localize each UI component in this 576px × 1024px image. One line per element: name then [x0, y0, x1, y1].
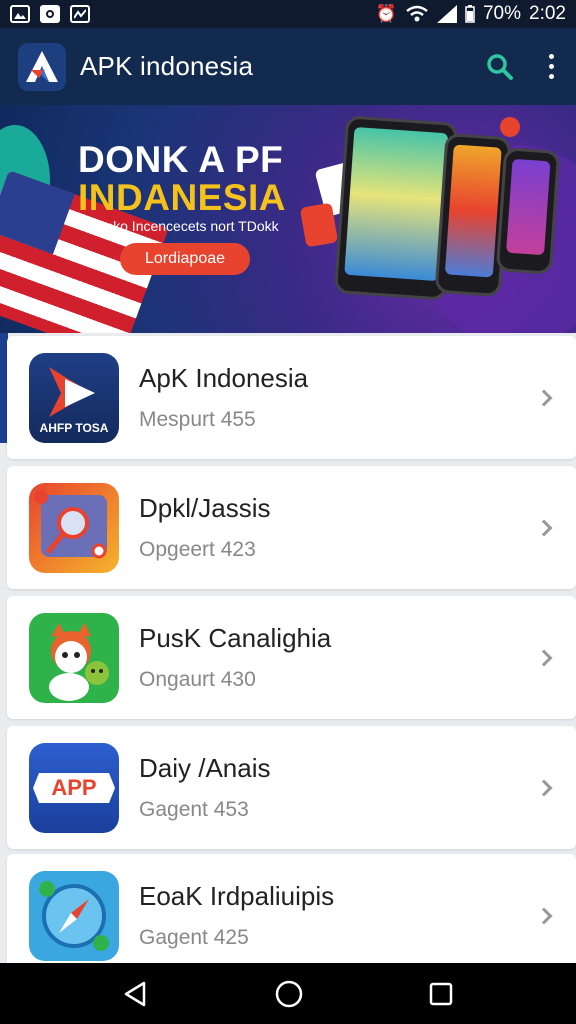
status-bar: ⏰ 70% 2:02 — [0, 0, 576, 28]
list-item[interactable]: EoaK Irdpaliuipis Gagent 425 — [7, 854, 576, 977]
app-logo-icon — [18, 42, 66, 91]
banner-title-line1: DONK A PF — [78, 139, 284, 180]
decor-dot — [500, 117, 520, 137]
list-item[interactable]: APP Daiy /Anais Gagent 453 — [7, 726, 576, 849]
image-icon — [10, 5, 30, 23]
battery-percent: 70% — [482, 3, 522, 24]
list-item[interactable]: AHFP TOSA ApK Indonesia Mespurt 455 — [7, 336, 576, 459]
app-meta: Ongaurt 430 — [139, 668, 256, 691]
list-item[interactable]: PusK Canalighia Ongaurt 430 — [7, 596, 576, 719]
app-meta: Mespurt 455 — [139, 408, 256, 431]
mascot-app-icon — [29, 612, 119, 703]
alarm-icon: ⏰ — [375, 4, 397, 24]
list-item[interactable]: Dpkl/Jassis Opgeert 423 — [7, 466, 576, 589]
chevron-right-icon — [535, 779, 553, 796]
apk-logo-icon: AHFP TOSA — [29, 352, 119, 443]
banner-title-line2: INDANESIA — [78, 177, 287, 218]
photos-icon — [70, 5, 90, 23]
floating-card — [299, 202, 339, 248]
app-bar: APK indonesia — [0, 28, 576, 105]
icon-label: AHFP TOSA — [39, 420, 109, 435]
compass-app-icon — [29, 870, 119, 961]
chevron-right-icon — [535, 519, 553, 536]
signal-icon — [436, 5, 457, 23]
phone-mockup — [495, 147, 561, 275]
search-icon[interactable] — [486, 53, 514, 81]
banner-subtitle: Aeko Incencecets nort TDokk — [96, 218, 279, 234]
system-nav-bar — [0, 963, 576, 1024]
chevron-right-icon — [535, 649, 553, 666]
promo-banner[interactable]: DONK A PF INDANESIA Aeko Incencecets nor… — [0, 105, 576, 333]
app-name: EoaK Irdpaliuipis — [139, 881, 335, 911]
chevron-right-icon — [535, 389, 553, 406]
app-name: ApK Indonesia — [139, 363, 309, 393]
square-app-icon — [40, 5, 60, 23]
icon-label: APP — [51, 774, 97, 800]
home-icon[interactable] — [274, 979, 304, 1009]
more-vertical-icon[interactable] — [544, 54, 558, 79]
magnifier-app-icon — [29, 482, 119, 573]
app-name: PusK Canalighia — [139, 623, 332, 653]
battery-icon — [465, 5, 475, 23]
app-meta: Gagent 453 — [139, 798, 249, 821]
app-name: Daiy /Anais — [139, 753, 271, 783]
app-meta: Gagent 425 — [139, 926, 249, 949]
chevron-right-icon — [535, 907, 553, 924]
banner-button[interactable]: Lordiapoae — [120, 243, 250, 275]
app-title: APK indonesia — [80, 51, 254, 81]
back-icon[interactable] — [122, 980, 150, 1008]
clock: 2:02 — [529, 3, 566, 24]
app-meta: Opgeert 423 — [139, 538, 256, 561]
app-name: Dpkl/Jassis — [139, 493, 271, 523]
app-badge-icon: APP — [29, 742, 119, 833]
app-list: AHFP TOSA ApK Indonesia Mespurt 455 Dpkl… — [0, 333, 576, 977]
recents-icon[interactable] — [428, 981, 454, 1007]
wifi-icon — [406, 5, 428, 22]
